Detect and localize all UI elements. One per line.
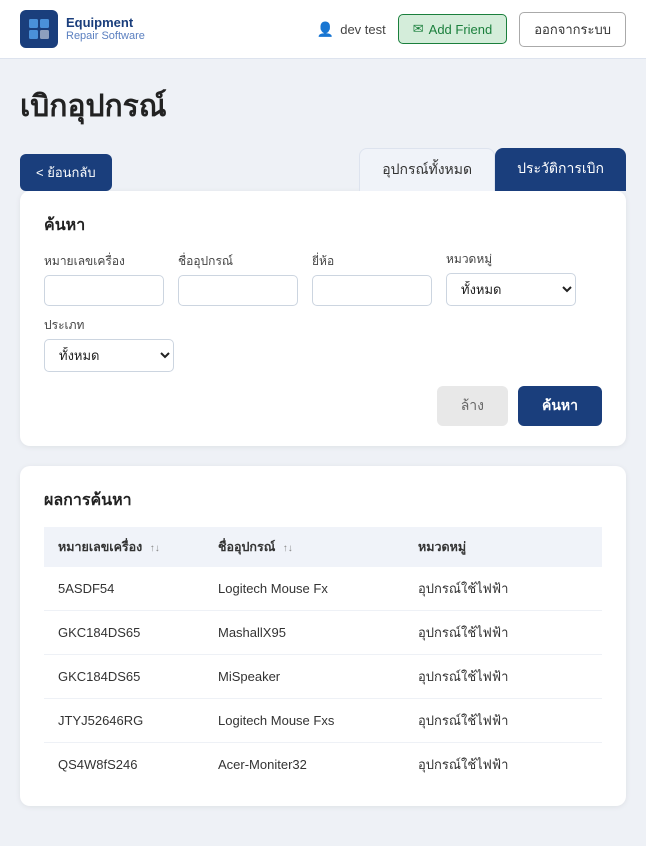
cell-group: อุปกรณ์ใช้ไฟฟ้า bbox=[404, 611, 602, 655]
logout-label: ออกจากระบบ bbox=[534, 22, 611, 37]
logo-line2: Repair Software bbox=[66, 30, 145, 43]
tab-history[interactable]: ประวัติการเบิก bbox=[495, 148, 626, 191]
table-row: GKC184DS65MiSpeakerอุปกรณ์ใช้ไฟฟ้า bbox=[44, 655, 602, 699]
results-title: ผลการค้นหา bbox=[44, 488, 602, 513]
cell-group: อุปกรณ์ใช้ไฟฟ้า bbox=[404, 699, 602, 743]
results-tbody: 5ASDF54Logitech Mouse Fxอุปกรณ์ใช้ไฟฟ้าG… bbox=[44, 567, 602, 786]
tab-all-label: อุปกรณ์ทั้งหมด bbox=[382, 161, 472, 177]
logo: Equipment Repair Software bbox=[20, 10, 145, 48]
search-label: ค้นหา bbox=[542, 397, 578, 413]
cell-serial: GKC184DS65 bbox=[44, 611, 204, 655]
col-header-name[interactable]: ชื่ออุปกรณ์ ↑↓ bbox=[204, 527, 404, 567]
type-label: ประเภท bbox=[44, 316, 174, 335]
cell-serial: JTYJ52646RG bbox=[44, 699, 204, 743]
logo-icon bbox=[20, 10, 58, 48]
search-form-row2: ประเภท ทั้งหมด bbox=[44, 316, 602, 372]
cell-name: Logitech Mouse Fxs bbox=[204, 699, 404, 743]
col-serial-label: หมายเลขเครื่อง bbox=[58, 540, 142, 554]
brand-group: ยี่ห้อ bbox=[312, 252, 432, 306]
logo-line1: Equipment bbox=[66, 15, 145, 31]
serial-label: หมายเลขเครื่อง bbox=[44, 252, 164, 271]
cell-name: Logitech Mouse Fx bbox=[204, 567, 404, 611]
col-group-label: หมวดหมู่ bbox=[418, 540, 466, 554]
back-button[interactable]: < ย้อนกลับ bbox=[20, 154, 112, 191]
cell-serial: QS4W8fS246 bbox=[44, 743, 204, 787]
tabs: อุปกรณ์ทั้งหมด ประวัติการเบิก bbox=[359, 148, 626, 191]
col-header-group: หมวดหมู่ bbox=[404, 527, 602, 567]
user-name: dev test bbox=[340, 22, 386, 37]
cell-group: อุปกรณ์ใช้ไฟฟ้า bbox=[404, 743, 602, 787]
search-form-row1: หมายเลขเครื่อง ชื่ออุปกรณ์ ยี่ห้อ หมวดหม… bbox=[44, 250, 602, 306]
sort-name-icon: ↑↓ bbox=[283, 543, 293, 554]
logo-text: Equipment Repair Software bbox=[66, 15, 145, 44]
cell-name: Acer-Moniter32 bbox=[204, 743, 404, 787]
table-row: JTYJ52646RGLogitech Mouse Fxsอุปกรณ์ใช้ไ… bbox=[44, 699, 602, 743]
user-info: 👤 dev test bbox=[317, 21, 386, 38]
table-row: GKC184DS65MashallX95อุปกรณ์ใช้ไฟฟ้า bbox=[44, 611, 602, 655]
search-title: ค้นหา bbox=[44, 213, 602, 238]
clear-label: ล้าง bbox=[461, 397, 484, 413]
group-select[interactable]: ทั้งหมด อุปกรณ์ใช้ไฟฟ้า bbox=[446, 273, 576, 306]
clear-button[interactable]: ล้าง bbox=[437, 386, 508, 426]
serial-input[interactable] bbox=[44, 275, 164, 306]
cell-serial: GKC184DS65 bbox=[44, 655, 204, 699]
table-row: QS4W8fS246Acer-Moniter32อุปกรณ์ใช้ไฟฟ้า bbox=[44, 743, 602, 787]
name-input[interactable] bbox=[178, 275, 298, 306]
type-select[interactable]: ทั้งหมด bbox=[44, 339, 174, 372]
table-row: 5ASDF54Logitech Mouse Fxอุปกรณ์ใช้ไฟฟ้า bbox=[44, 567, 602, 611]
sort-serial-icon: ↑↓ bbox=[150, 543, 160, 554]
back-label: < ย้อนกลับ bbox=[36, 162, 96, 183]
group-group: หมวดหมู่ ทั้งหมด อุปกรณ์ใช้ไฟฟ้า bbox=[446, 250, 576, 306]
header: Equipment Repair Software 👤 dev test ✉ A… bbox=[0, 0, 646, 59]
group-label: หมวดหมู่ bbox=[446, 250, 576, 269]
add-friend-label: Add Friend bbox=[429, 22, 493, 37]
results-table: หมายเลขเครื่อง ↑↓ ชื่ออุปกรณ์ ↑↓ หมวดหมู… bbox=[44, 527, 602, 786]
search-button[interactable]: ค้นหา bbox=[518, 386, 602, 426]
add-friend-icon: ✉ bbox=[413, 21, 424, 37]
cell-serial: 5ASDF54 bbox=[44, 567, 204, 611]
main-content: เบิกอุปกรณ์ < ย้อนกลับ อุปกรณ์ทั้งหมด ปร… bbox=[0, 59, 646, 846]
tab-history-label: ประวัติการเบิก bbox=[517, 160, 604, 176]
cell-group: อุปกรณ์ใช้ไฟฟ้า bbox=[404, 655, 602, 699]
btn-row: ล้าง ค้นหา bbox=[44, 386, 602, 426]
brand-input[interactable] bbox=[312, 275, 432, 306]
results-card: ผลการค้นหา หมายเลขเครื่อง ↑↓ ชื่ออุปกรณ์… bbox=[20, 466, 626, 806]
type-group: ประเภท ทั้งหมด bbox=[44, 316, 174, 372]
user-icon: 👤 bbox=[317, 21, 334, 38]
col-name-label: ชื่ออุปกรณ์ bbox=[218, 540, 275, 554]
logout-button[interactable]: ออกจากระบบ bbox=[519, 12, 626, 47]
brand-label: ยี่ห้อ bbox=[312, 252, 432, 271]
tab-all-equipment[interactable]: อุปกรณ์ทั้งหมด bbox=[359, 148, 495, 191]
cell-group: อุปกรณ์ใช้ไฟฟ้า bbox=[404, 567, 602, 611]
name-label: ชื่ออุปกรณ์ bbox=[178, 252, 298, 271]
name-group: ชื่ออุปกรณ์ bbox=[178, 252, 298, 306]
page-title: เบิกอุปกรณ์ bbox=[20, 83, 626, 130]
table-header-row: หมายเลขเครื่อง ↑↓ ชื่ออุปกรณ์ ↑↓ หมวดหมู… bbox=[44, 527, 602, 567]
search-card: ค้นหา หมายเลขเครื่อง ชื่ออุปกรณ์ ยี่ห้อ … bbox=[20, 191, 626, 446]
cell-name: MiSpeaker bbox=[204, 655, 404, 699]
serial-group: หมายเลขเครื่อง bbox=[44, 252, 164, 306]
cell-name: MashallX95 bbox=[204, 611, 404, 655]
add-friend-button[interactable]: ✉ Add Friend bbox=[398, 14, 508, 44]
results-table-wrap: หมายเลขเครื่อง ↑↓ ชื่ออุปกรณ์ ↑↓ หมวดหมู… bbox=[44, 527, 602, 786]
col-header-serial[interactable]: หมายเลขเครื่อง ↑↓ bbox=[44, 527, 204, 567]
tabs-row: < ย้อนกลับ อุปกรณ์ทั้งหมด ประวัติการเบิก bbox=[20, 148, 626, 191]
